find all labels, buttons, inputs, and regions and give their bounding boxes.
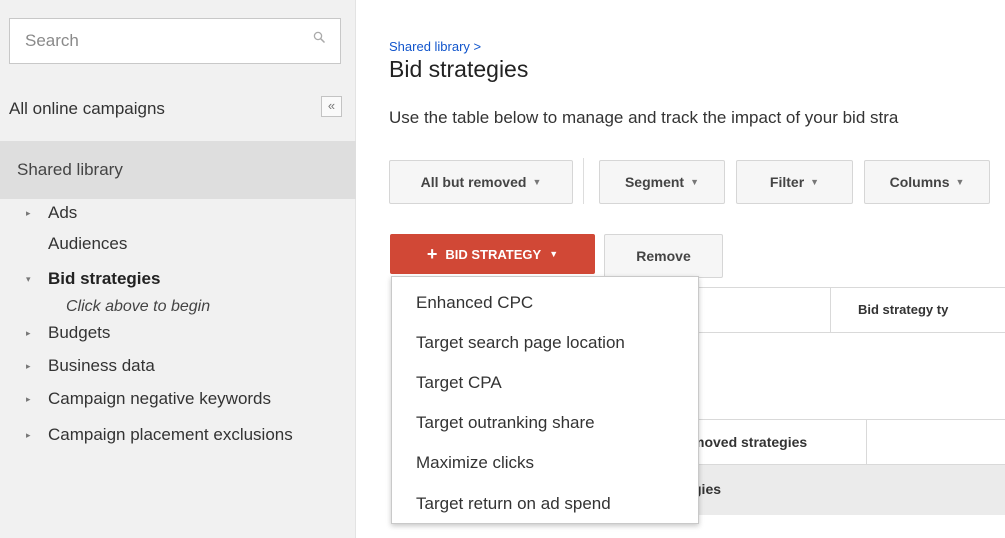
table-header-row: Bid strategy ty — [656, 287, 1005, 333]
tree-item-label[interactable]: Campaign placement exclusions — [48, 425, 293, 445]
tree-item-label[interactable]: Audiences — [48, 234, 127, 254]
breadcrumb[interactable]: Shared library > — [389, 39, 481, 54]
tree-item-business-data[interactable]: ▸ Business data — [0, 355, 356, 379]
expand-arrow-icon[interactable]: ▸ — [26, 430, 31, 441]
remove-button[interactable]: Remove — [604, 234, 723, 278]
tree-item-label[interactable]: Campaign negative keywords — [48, 389, 271, 409]
search-input[interactable] — [10, 19, 340, 63]
menu-item-target-return-on-ad-spend[interactable]: Target return on ad spend — [392, 484, 698, 524]
add-bid-strategy-button[interactable]: + BID STRATEGY ▼ — [390, 234, 595, 274]
all-online-campaigns-link[interactable]: All online campaigns « — [9, 82, 356, 138]
tree-item-label[interactable]: Budgets — [48, 323, 110, 343]
status-filter-label[interactable]: All but removed — [421, 174, 527, 190]
columns-label[interactable]: Columns — [890, 174, 950, 190]
column-separator — [866, 420, 867, 464]
tree-item-bid-strategies[interactable]: ▾ Bid strategies — [0, 268, 356, 292]
tree-item-budgets[interactable]: ▸ Budgets — [0, 322, 356, 346]
segment-button[interactable]: Segment ▼ — [599, 160, 725, 204]
column-separator — [830, 288, 831, 332]
tree-item-audiences[interactable]: Audiences — [0, 233, 356, 257]
tree-hint: Click above to begin — [66, 298, 211, 315]
remove-label[interactable]: Remove — [636, 248, 690, 264]
tree-item-label[interactable]: Bid strategies — [48, 269, 160, 289]
shared-library-item[interactable]: Shared library — [0, 141, 356, 199]
collapse-sidebar-button[interactable]: « — [321, 96, 342, 117]
plus-icon[interactable]: + — [427, 245, 438, 263]
page-title: Bid strategies — [389, 56, 529, 82]
column-header-bid-strategy-type[interactable]: Bid strategy ty — [858, 302, 948, 317]
removed-strategies-label: moved strategies — [692, 434, 808, 450]
menu-item-target-search-page-location[interactable]: Target search page location — [392, 323, 698, 363]
tree-item-campaign-placement-exclusions[interactable]: ▸ Campaign placement exclusions — [0, 424, 356, 448]
menu-item-target-outranking-share[interactable]: Target outranking share — [392, 403, 698, 443]
total-row: gies — [656, 465, 1005, 515]
tree-item-ads[interactable]: ▸ Ads — [0, 202, 356, 226]
removed-strategies-row[interactable]: moved strategies — [656, 419, 1005, 465]
chevron-down-icon[interactable]: ▼ — [549, 249, 558, 259]
columns-button[interactable]: Columns ▼ — [864, 160, 990, 204]
expand-arrow-icon[interactable]: ▸ — [26, 361, 31, 372]
all-online-campaigns-label[interactable]: All online campaigns — [9, 99, 165, 119]
expand-arrow-icon[interactable]: ▸ — [26, 328, 31, 339]
expand-arrow-icon[interactable]: ▸ — [26, 394, 31, 405]
menu-item-target-cpa[interactable]: Target CPA — [392, 363, 698, 403]
search-icon[interactable] — [313, 31, 326, 44]
shared-library-label[interactable]: Shared library — [17, 160, 123, 180]
tree-item-label[interactable]: Ads — [48, 203, 77, 223]
filter-label[interactable]: Filter — [770, 174, 804, 190]
segment-label[interactable]: Segment — [625, 174, 684, 190]
menu-item-enhanced-cpc[interactable]: Enhanced CPC — [392, 283, 698, 323]
tree-item-campaign-negative-keywords[interactable]: ▸ Campaign negative keywords — [0, 388, 356, 412]
tree-item-label[interactable]: Business data — [48, 356, 155, 376]
sidebar: All online campaigns « Shared library ▸ … — [0, 0, 356, 538]
search-box[interactable] — [9, 18, 341, 64]
add-bid-strategy-label[interactable]: BID STRATEGY — [445, 247, 541, 262]
page-description: Use the table below to manage and track … — [389, 108, 899, 127]
toolbar-divider — [583, 158, 584, 204]
chevron-down-icon[interactable]: ▼ — [955, 177, 964, 187]
collapse-arrow-icon[interactable]: ▾ — [26, 274, 31, 285]
chevron-down-icon[interactable]: ▼ — [690, 177, 699, 187]
status-filter-dropdown[interactable]: All but removed ▼ — [389, 160, 573, 204]
filter-button[interactable]: Filter ▼ — [736, 160, 853, 204]
menu-item-maximize-clicks[interactable]: Maximize clicks — [392, 443, 698, 483]
chevron-down-icon[interactable]: ▼ — [532, 177, 541, 187]
chevron-down-icon[interactable]: ▼ — [810, 177, 819, 187]
bid-strategy-menu: Enhanced CPC Target search page location… — [391, 276, 699, 524]
expand-arrow-icon[interactable]: ▸ — [26, 208, 31, 219]
